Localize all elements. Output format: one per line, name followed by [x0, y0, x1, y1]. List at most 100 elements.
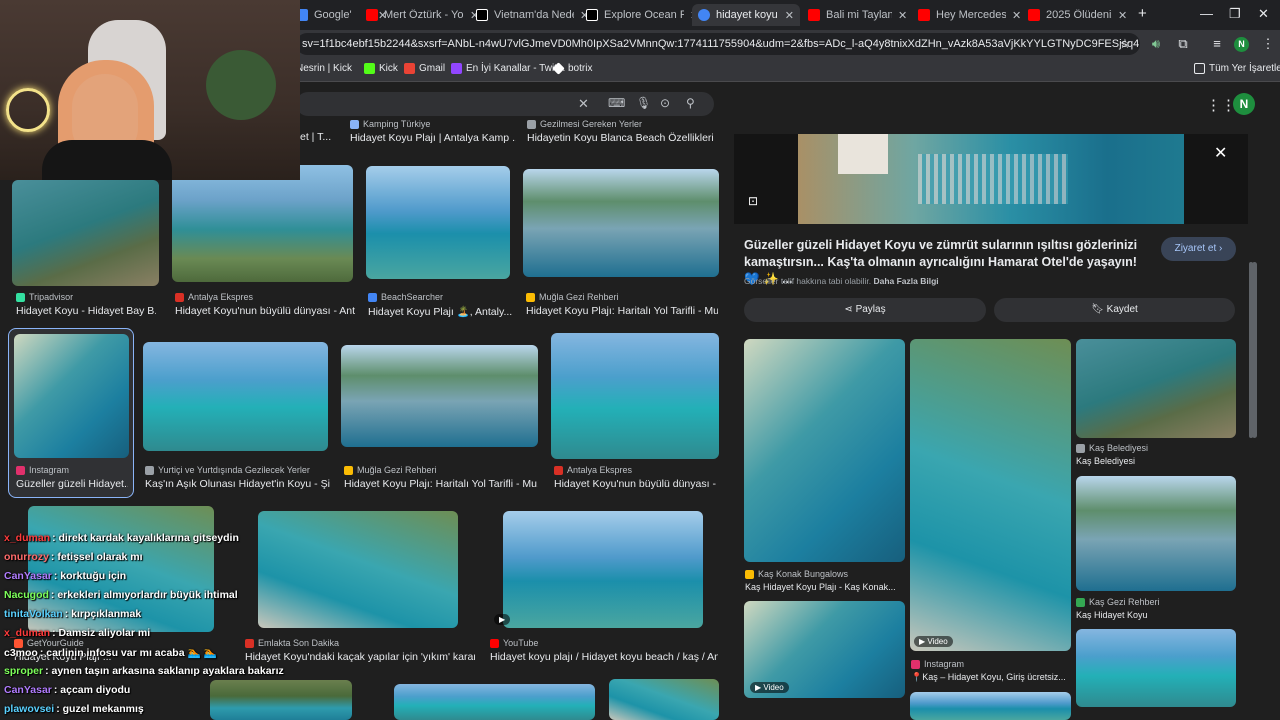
result-image[interactable]	[143, 342, 328, 451]
kick-icon	[364, 63, 375, 74]
save-button[interactable]: 🔖︎ Kaydet	[994, 298, 1235, 322]
panel-scrollbar[interactable]	[1249, 262, 1253, 438]
related-image[interactable]	[744, 339, 905, 562]
result-title[interactable]: Hidayet Koyu Plajı | Antalya Kamp ...	[350, 132, 516, 144]
close-preview-icon[interactable]: ✕	[1214, 143, 1227, 163]
result-image[interactable]	[523, 169, 719, 277]
result-title[interactable]: Hidayet Koyu - Hidayet Bay B...	[16, 305, 156, 317]
close-tab-icon[interactable]: ✕	[898, 9, 907, 22]
result-title[interactable]: Hidayet Koyu'nun büyülü dünyası - Ant...	[175, 305, 355, 317]
audio-icon[interactable]: 🔊︎	[1147, 35, 1165, 53]
related-image[interactable]	[1076, 339, 1236, 438]
share-button[interactable]: ⋖ Paylaş	[744, 298, 986, 322]
tab[interactable]: 2025 Ölüdeniz F ✕	[1022, 4, 1133, 26]
profile-avatar[interactable]: N	[1234, 37, 1249, 52]
all-bookmarks[interactable]: Tüm Yer İşaretleri	[1194, 63, 1280, 74]
bookmark-star-icon[interactable]: ☆	[1116, 35, 1134, 53]
tab[interactable]: Bali mi Tayland m ✕	[802, 4, 913, 26]
result-image[interactable]	[366, 166, 510, 279]
bookmark-item[interactable]: botrix	[552, 62, 592, 75]
close-tab-icon[interactable]: ✕	[1118, 9, 1127, 22]
result-source: Instagram	[16, 465, 128, 475]
clear-icon[interactable]: ✕	[578, 96, 589, 112]
address-bar[interactable]: sv=1f1bc4ebf15b2244&sxsrf=ANbL-n4wU7vlGJ…	[296, 33, 1140, 55]
tripadvisor-icon	[16, 292, 25, 302]
mic-icon[interactable]: 🎙︎	[636, 96, 651, 110]
search-input[interactable]: ✕ ⌨ 🎙︎ ⊙ ⚲	[296, 92, 714, 116]
video-label: Video	[763, 683, 784, 692]
result-image[interactable]	[551, 333, 719, 459]
new-tab-button[interactable]: +	[1138, 5, 1147, 22]
source-label: Instagram	[924, 659, 965, 669]
all-bookmarks-label: Tüm Yer İşaretleri	[1209, 63, 1280, 74]
result-image[interactable]	[14, 334, 129, 458]
tab[interactable]: Hey Mercedes - Y ✕	[912, 4, 1027, 26]
maximize-icon[interactable]: ❐	[1229, 6, 1241, 22]
lens-search-icon[interactable]: ⊡	[748, 194, 758, 208]
media-control-icon[interactable]: ≡	[1208, 35, 1226, 53]
preview-image[interactable]	[798, 134, 1184, 224]
result-image[interactable]	[394, 684, 595, 720]
result-image[interactable]	[503, 511, 703, 628]
chat-user: sproper	[4, 665, 44, 677]
save-label: Kaydet	[1106, 304, 1138, 315]
bookmark-icon: 🔖︎	[1091, 304, 1107, 315]
related-image[interactable]	[1076, 476, 1236, 591]
related-title[interactable]: Kaş Hidayet Koyu Plajı - Kaş Konak...	[745, 582, 905, 592]
close-window-icon[interactable]: ✕	[1258, 6, 1269, 22]
tab[interactable]: Vietnam'da Neden ✕	[470, 4, 595, 26]
result-title[interactable]: et | T...	[300, 131, 340, 143]
related-title[interactable]: Kaş Belediyesi	[1076, 456, 1236, 466]
related-image[interactable]	[1076, 629, 1236, 707]
result-image[interactable]	[172, 165, 353, 282]
menu-kebab-icon[interactable]: ⋮	[1259, 35, 1277, 53]
source-label: Kaş Belediyesi	[1089, 443, 1149, 453]
bookmark-item[interactable]: Gmail	[404, 63, 445, 74]
bookmark-item[interactable]: En İyi Kanallar - Twit...	[451, 63, 565, 74]
result-title[interactable]: Kaş'ın Aşık Olunası Hidayet'in Koyu - Şi…	[145, 478, 330, 490]
result-title[interactable]: Hidayet Koyu Plajı: Haritalı Yol Tarifli…	[526, 305, 718, 317]
result-image[interactable]	[12, 180, 159, 286]
result-image[interactable]	[341, 345, 538, 447]
result-image[interactable]	[258, 511, 458, 628]
result-image[interactable]	[609, 679, 719, 720]
result-title[interactable]: Hidayet Koyu Plajı 🏝️, Antaly...	[368, 305, 514, 318]
site-icon	[350, 119, 359, 129]
keyboard-icon[interactable]: ⌨	[608, 96, 625, 110]
tab-active[interactable]: hidayet koyu - Go ✕	[692, 4, 800, 26]
video-label: Video	[927, 637, 948, 646]
chat-message: plawovsei: guzel mekanmış	[4, 703, 144, 715]
youtube-icon	[918, 9, 930, 21]
minimize-icon[interactable]: —	[1200, 6, 1213, 21]
result-source: BeachSearcher	[368, 292, 514, 302]
bookmark-item[interactable]: Kick	[364, 63, 398, 74]
more-info-link[interactable]: Daha Fazla Bilgi	[873, 276, 938, 286]
result-title[interactable]: Hidayet Koyu'nun büyülü dünyası - ...	[554, 478, 718, 490]
related-image[interactable]	[910, 339, 1071, 651]
close-tab-icon[interactable]: ✕	[1012, 9, 1021, 22]
gmail-icon	[404, 63, 415, 74]
bookmark-item[interactable]: Nesrin | Kick	[296, 63, 352, 74]
result-source: Gezilmesi Gereken Yerler	[527, 119, 707, 129]
tab[interactable]: Explore Ocean Pe ✕	[580, 4, 705, 26]
search-icon[interactable]: ⚲	[686, 96, 695, 110]
extensions-icon[interactable]: ⧉	[1174, 35, 1192, 53]
tab-label: hidayet koyu - Go	[716, 9, 779, 21]
chat-user: x_duman	[4, 532, 51, 544]
result-title[interactable]: Hidayet Koyu Plajı: Haritalı Yol Tarifli…	[344, 478, 538, 490]
source-label: Muğla Gezi Rehberi	[539, 292, 619, 302]
visit-button[interactable]: Ziyaret et ›	[1161, 237, 1236, 261]
account-avatar[interactable]: N	[1233, 93, 1255, 115]
related-title[interactable]: Kaş Hidayet Koyu	[1076, 610, 1236, 620]
lens-icon[interactable]: ⊙	[660, 96, 670, 110]
site-icon	[344, 465, 353, 475]
result-title[interactable]: Hidayetin Koyu Blanca Beach Özellikleri …	[527, 132, 717, 144]
related-title[interactable]: 📍Kaş – Hidayet Koyu, Giriş ücretsiz...	[911, 672, 1071, 683]
tab[interactable]: Mert Öztürk - You ✕	[360, 4, 485, 26]
related-image[interactable]	[910, 692, 1071, 720]
result-title[interactable]: Güzeller güzeli Hidayet...	[16, 478, 128, 490]
result-title[interactable]: Hidayet koyu plajı / Hidayet koyu beach …	[490, 651, 718, 663]
chat-user: onurrozy	[4, 551, 49, 563]
result-title[interactable]: Hidayet Koyu'ndaki kaçak yapılar için 'y…	[245, 651, 475, 663]
close-tab-icon[interactable]: ✕	[785, 9, 794, 22]
